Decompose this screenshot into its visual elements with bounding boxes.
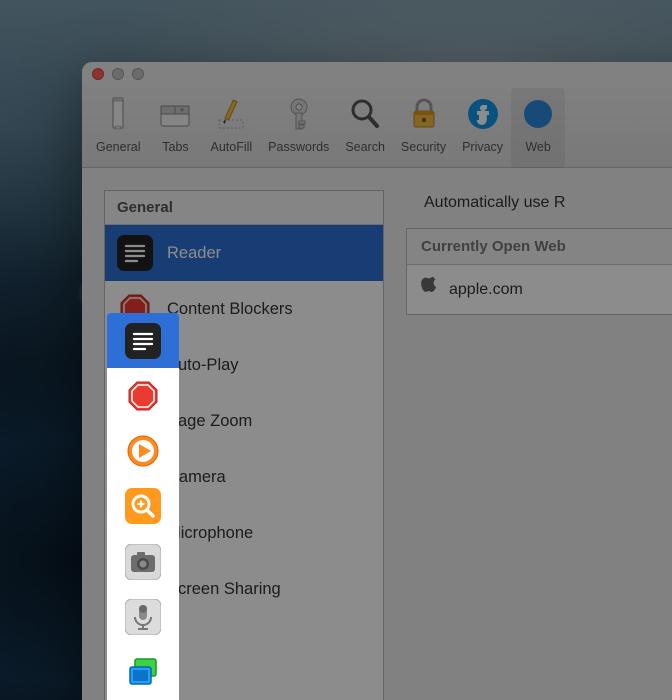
sidebar-item-label: Reader: [167, 244, 221, 263]
hl-auto-play[interactable]: [107, 424, 179, 479]
window-title: W: [152, 67, 672, 82]
open-website-row[interactable]: apple.com: [407, 265, 672, 314]
sidebar-section-header: General: [105, 191, 383, 225]
tab-autofill[interactable]: AutoFill: [202, 88, 260, 168]
sidebar-item-label: Page Zoom: [167, 412, 252, 431]
auto-reader-label: Automatically use R: [406, 190, 672, 212]
tab-websites[interactable]: Web: [511, 88, 565, 168]
svg-text:+: +: [180, 106, 185, 115]
hl-camera[interactable]: [107, 534, 179, 589]
tab-label: Privacy: [462, 140, 503, 154]
general-icon: [99, 92, 137, 136]
hl-content-blockers[interactable]: [107, 368, 179, 423]
search-icon: [346, 92, 384, 136]
titlebar: W: [82, 62, 672, 86]
sidebar-item-label: Screen Sharing: [167, 580, 281, 599]
security-icon: [405, 92, 443, 136]
apple-icon: [421, 277, 439, 302]
tab-passwords[interactable]: Passwords: [260, 88, 337, 168]
autofill-icon: [212, 92, 250, 136]
close-button[interactable]: [92, 68, 104, 80]
tab-search[interactable]: Search: [337, 88, 393, 168]
tab-label: Web: [525, 140, 550, 154]
sidebar-item-reader[interactable]: Reader: [105, 225, 383, 281]
tab-privacy[interactable]: Privacy: [454, 88, 511, 168]
highlight-strip: [107, 313, 179, 700]
minimize-button[interactable]: [112, 68, 124, 80]
hl-page-zoom[interactable]: [107, 479, 179, 534]
open-websites-header: Currently Open Web: [407, 229, 672, 265]
tab-label: Search: [345, 140, 385, 154]
sidebar-item-label: Content Blockers: [167, 300, 293, 319]
open-websites-box: Currently Open Web apple.com: [406, 228, 672, 315]
tab-label: General: [96, 140, 140, 154]
preferences-toolbar: General + Tabs AutoFill Passwords Search: [82, 86, 672, 168]
tab-general[interactable]: General: [88, 88, 148, 168]
zoom-button[interactable]: [132, 68, 144, 80]
sidebar-item-label: Microphone: [167, 524, 253, 543]
tab-label: Security: [401, 140, 446, 154]
tab-security[interactable]: Security: [393, 88, 454, 168]
tab-label: Passwords: [268, 140, 329, 154]
passwords-icon: [280, 92, 318, 136]
tabs-icon: +: [156, 92, 194, 136]
hl-microphone[interactable]: [107, 589, 179, 644]
tab-label: Tabs: [162, 140, 188, 154]
hl-screen-sharing[interactable]: [107, 645, 179, 700]
websites-icon: [519, 92, 557, 136]
main-column: Automatically use R Currently Open Web a…: [406, 190, 672, 700]
tab-label: AutoFill: [210, 140, 252, 154]
website-domain: apple.com: [449, 281, 523, 299]
reader-icon: [117, 235, 153, 271]
tab-tabs[interactable]: + Tabs: [148, 88, 202, 168]
privacy-icon: [464, 92, 502, 136]
hl-reader[interactable]: [107, 313, 179, 368]
